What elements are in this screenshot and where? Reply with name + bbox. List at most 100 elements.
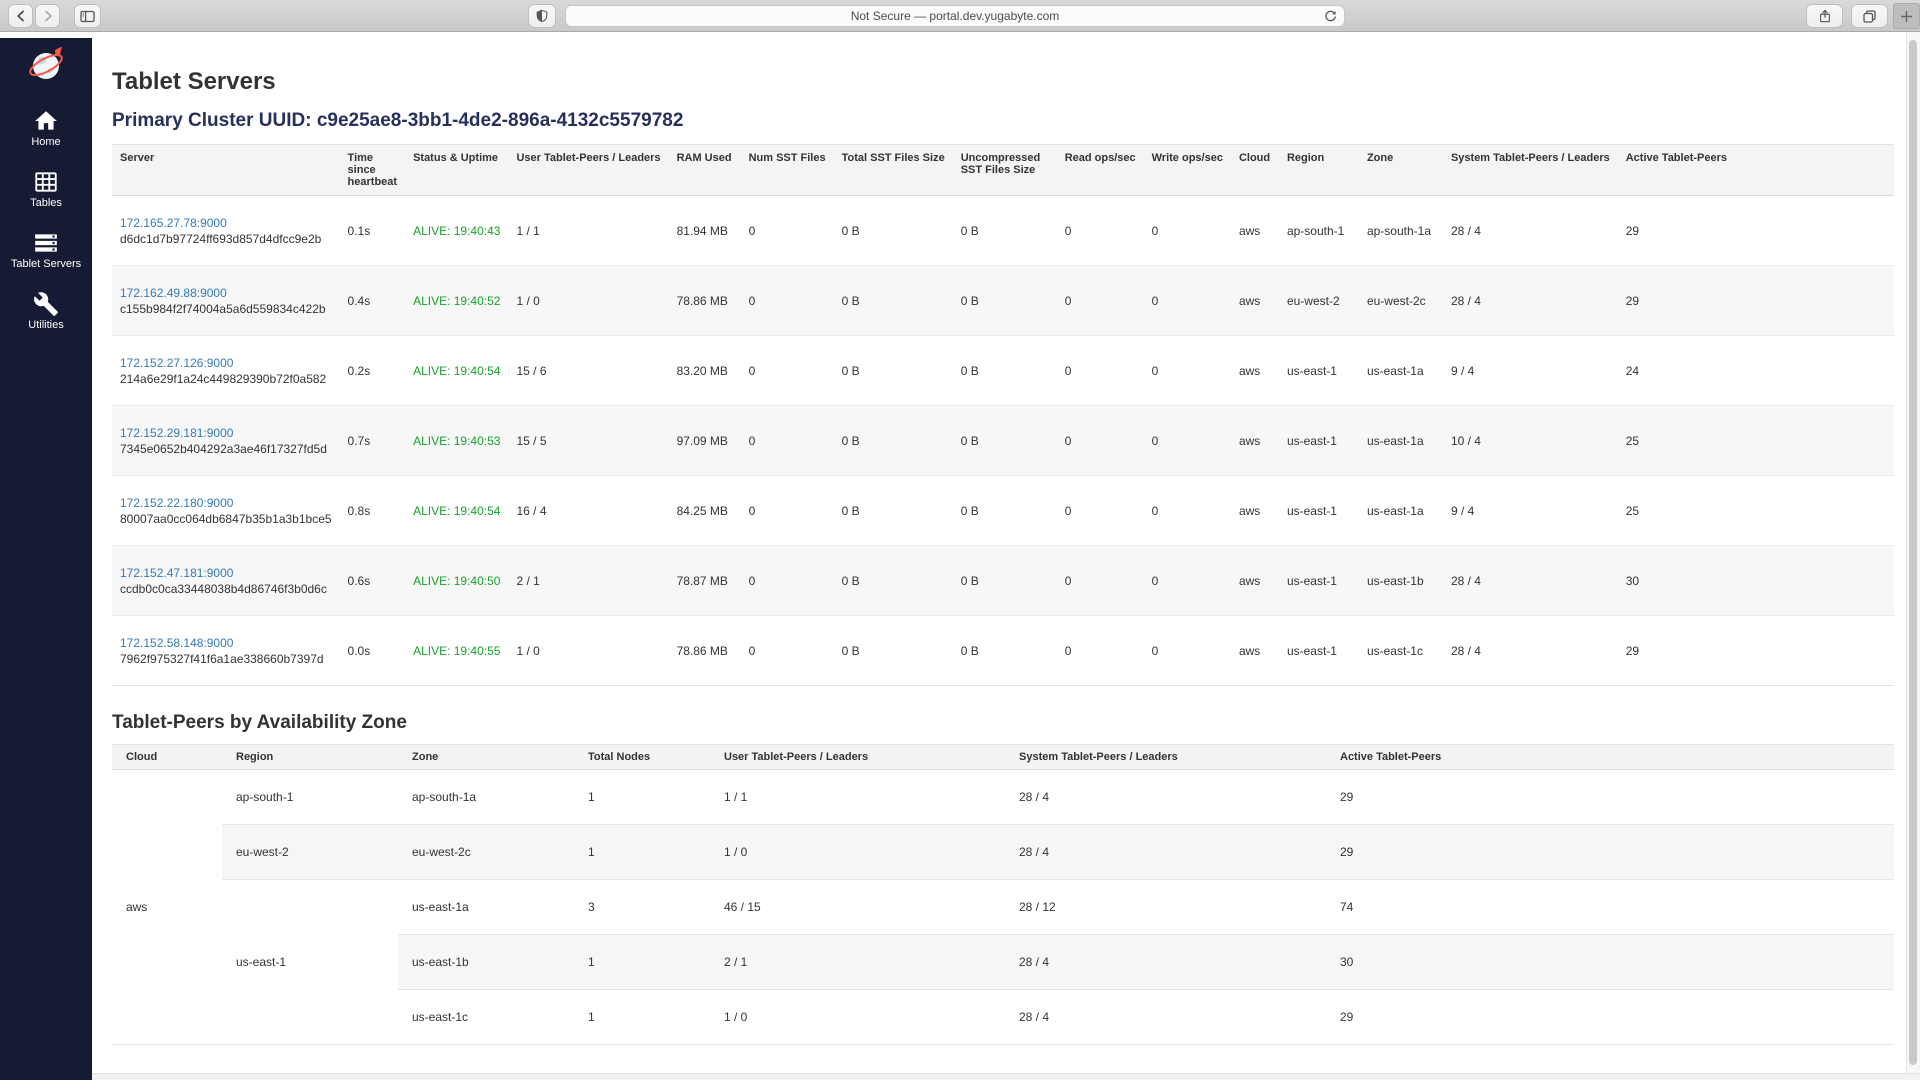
cell-total-nodes: 1 xyxy=(574,935,710,990)
column-header: Cloud xyxy=(1231,145,1279,196)
cell-read-ops: 0 xyxy=(1057,266,1144,336)
back-button[interactable] xyxy=(8,4,33,28)
sidebar-item-label: Utilities xyxy=(28,319,63,331)
az-row: us-east-1 us-east-1a 3 46 / 15 28 / 12 7… xyxy=(112,880,1894,935)
cell-active-tablet-peers: 29 xyxy=(1618,196,1894,266)
cell-active-tablet-peers: 25 xyxy=(1618,476,1894,546)
cell-uncompressed-sst: 0 B xyxy=(953,196,1057,266)
server-row: 172.152.22.180:900080007aa0cc064db6847b3… xyxy=(112,476,1894,546)
server-link[interactable]: 172.165.27.78:9000 xyxy=(120,216,227,230)
cell-system-tablet-peers: 28 / 4 xyxy=(1005,825,1326,880)
plus-icon xyxy=(1900,10,1913,23)
cell-read-ops: 0 xyxy=(1057,406,1144,476)
sidebar-item-home[interactable]: Home xyxy=(0,108,92,148)
cell-total-nodes: 1 xyxy=(574,770,710,825)
cell-active-tablet-peers: 29 xyxy=(1326,825,1894,880)
cell-zone: us-east-1a xyxy=(1359,476,1443,546)
cell-status: ALIVE: 19:40:55 xyxy=(405,616,508,686)
server-link[interactable]: 172.152.29.181:9000 xyxy=(120,426,233,440)
tab-overview-button[interactable] xyxy=(1851,4,1888,28)
cell-ram: 81.94 MB xyxy=(669,196,741,266)
vertical-scrollbar-thumb[interactable] xyxy=(1909,40,1917,1065)
cell-ram: 78.86 MB xyxy=(669,616,741,686)
cell-status: ALIVE: 19:40:54 xyxy=(405,336,508,406)
cell-server: 172.162.49.88:9000c155b984f2f74004a5a6d5… xyxy=(112,266,340,336)
cell-system-tablet-peers: 28 / 4 xyxy=(1443,616,1618,686)
cell-status: ALIVE: 19:40:52 xyxy=(405,266,508,336)
page-title: Tablet Servers xyxy=(112,68,1894,96)
sidebar-toggle-button[interactable] xyxy=(74,4,101,28)
cell-status: ALIVE: 19:40:50 xyxy=(405,546,508,616)
sidebar-item-tablet-servers[interactable]: Tablet Servers xyxy=(0,230,92,270)
cell-sst-size: 0 B xyxy=(834,476,953,546)
cell-zone: us-east-1b xyxy=(398,935,574,990)
server-row: 172.165.27.78:9000d6dc1d7b97724ff693d857… xyxy=(112,196,1894,266)
cell-read-ops: 0 xyxy=(1057,616,1144,686)
cell-read-ops: 0 xyxy=(1057,336,1144,406)
horizontal-scrollbar[interactable] xyxy=(92,1073,1920,1080)
server-link[interactable]: 172.152.27.126:9000 xyxy=(120,356,233,370)
table-header-row: Cloud Region Zone Total Nodes User Table… xyxy=(112,745,1894,770)
sidebar-nav: Home Tables Tablet Servers Utilities xyxy=(0,108,92,331)
az-row: eu-west-2 eu-west-2c 1 1 / 0 28 / 4 29 xyxy=(112,825,1894,880)
column-header: Total Nodes xyxy=(574,745,710,770)
cell-system-tablet-peers: 28 / 4 xyxy=(1443,546,1618,616)
cell-region: ap-south-1 xyxy=(1279,196,1359,266)
main-content: Tablet Servers Primary Cluster UUID: c9e… xyxy=(92,32,1920,1074)
az-row: aws ap-south-1 ap-south-1a 1 1 / 1 28 / … xyxy=(112,770,1894,825)
forward-button[interactable] xyxy=(35,4,60,28)
cell-region: us-east-1 xyxy=(1279,616,1359,686)
server-link[interactable]: 172.152.47.181:9000 xyxy=(120,566,233,580)
cell-active-tablet-peers: 29 xyxy=(1326,990,1894,1045)
cell-system-tablet-peers: 10 / 4 xyxy=(1443,406,1618,476)
server-uuid: ccdb0c0ca33448038b4d86746f3b0d6c xyxy=(120,582,332,596)
share-button[interactable] xyxy=(1806,4,1843,28)
vertical-scrollbar[interactable] xyxy=(1906,32,1920,1073)
column-header: System Tablet-Peers / Leaders xyxy=(1443,145,1618,196)
column-header: User Tablet-Peers / Leaders xyxy=(508,145,668,196)
server-link[interactable]: 172.162.49.88:9000 xyxy=(120,286,227,300)
cell-region: us-east-1 xyxy=(1279,546,1359,616)
sidebar-toggle-icon xyxy=(80,10,95,23)
column-header: Zone xyxy=(398,745,574,770)
server-link[interactable]: 172.152.22.180:9000 xyxy=(120,496,233,510)
cell-ram: 78.87 MB xyxy=(669,546,741,616)
server-link[interactable]: 172.152.58.148:9000 xyxy=(120,636,233,650)
cell-write-ops: 0 xyxy=(1144,406,1231,476)
cell-write-ops: 0 xyxy=(1144,266,1231,336)
share-icon xyxy=(1818,8,1832,24)
az-heading: Tablet-Peers by Availability Zone xyxy=(112,712,1894,734)
privacy-report-button[interactable] xyxy=(528,4,556,28)
cell-user-tablet-peers: 1 / 0 xyxy=(710,825,1005,880)
sidebar: Home Tables Tablet Servers Utilities xyxy=(0,38,92,1080)
cell-uncompressed-sst: 0 B xyxy=(953,336,1057,406)
cell-active-tablet-peers: 29 xyxy=(1326,770,1894,825)
cell-num-sst: 0 xyxy=(741,546,834,616)
sidebar-item-tables[interactable]: Tables xyxy=(0,169,92,209)
cell-heartbeat: 0.4s xyxy=(340,266,406,336)
cell-ram: 84.25 MB xyxy=(669,476,741,546)
column-header: Zone xyxy=(1359,145,1443,196)
cell-write-ops: 0 xyxy=(1144,546,1231,616)
column-header: Read ops/sec xyxy=(1057,145,1144,196)
new-tab-button[interactable] xyxy=(1893,3,1920,29)
cell-num-sst: 0 xyxy=(741,616,834,686)
cell-user-tablet-peers: 2 / 1 xyxy=(710,935,1005,990)
tabs-icon xyxy=(1862,9,1877,24)
cell-zone: us-east-1a xyxy=(1359,336,1443,406)
cell-active-tablet-peers: 29 xyxy=(1618,266,1894,336)
url-field[interactable]: Not Secure — portal.dev.yugabyte.com xyxy=(565,5,1345,27)
cell-region: eu-west-2 xyxy=(222,825,398,880)
cell-cloud: aws xyxy=(1231,406,1279,476)
sidebar-item-utilities[interactable]: Utilities xyxy=(0,291,92,331)
cell-read-ops: 0 xyxy=(1057,196,1144,266)
cell-user-tablet-peers: 1 / 1 xyxy=(710,770,1005,825)
cell-uncompressed-sst: 0 B xyxy=(953,616,1057,686)
cell-zone: eu-west-2c xyxy=(398,825,574,880)
reload-button[interactable] xyxy=(1323,9,1338,24)
cell-user-tablet-peers: 1 / 0 xyxy=(710,990,1005,1045)
cell-uncompressed-sst: 0 B xyxy=(953,406,1057,476)
cell-user-tablet-peers: 1 / 0 xyxy=(508,266,668,336)
cell-sst-size: 0 B xyxy=(834,196,953,266)
cell-active-tablet-peers: 74 xyxy=(1326,880,1894,935)
